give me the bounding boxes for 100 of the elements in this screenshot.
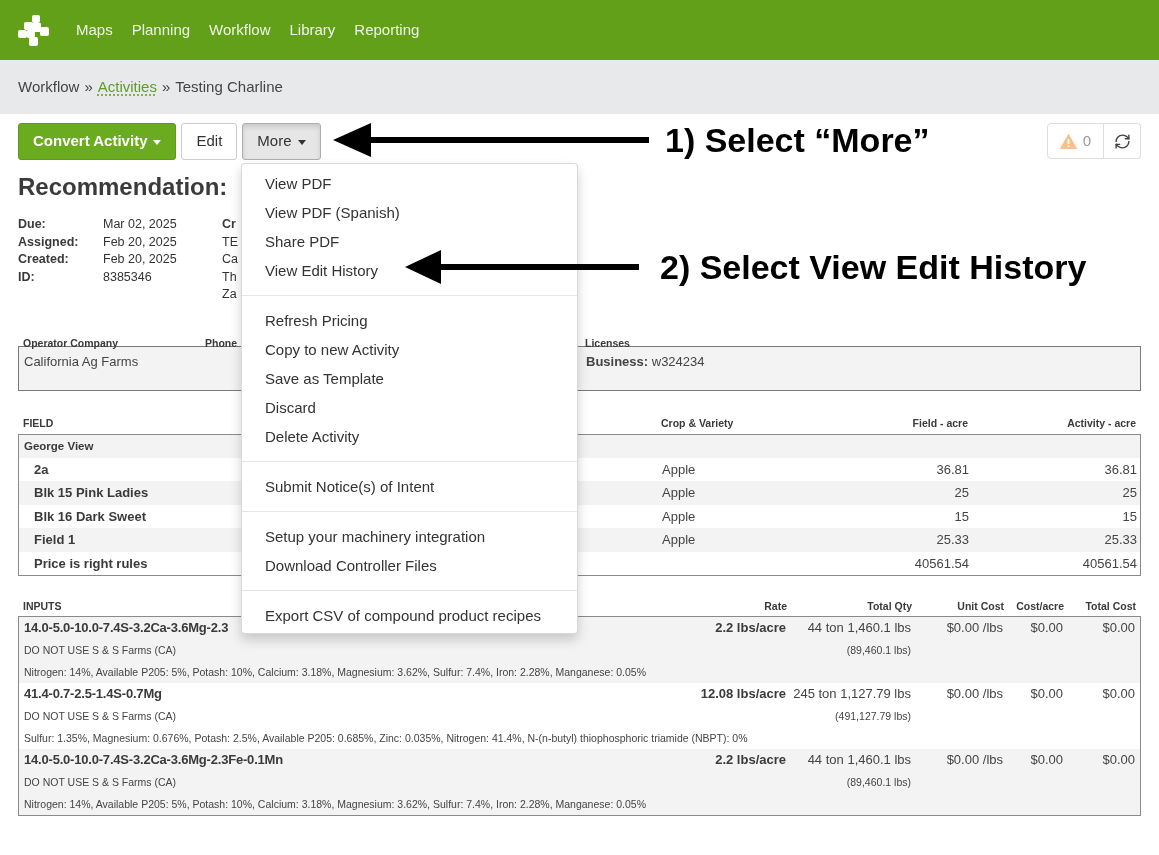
table-cell-text: Blk 16 Dark Sweet [34, 507, 146, 526]
breadcrumb-separator: » [84, 76, 93, 97]
table-cell-text: 40561.54 [1082, 554, 1137, 573]
menu-item[interactable]: Submit Notice(s) of Intent [265, 476, 435, 497]
product-name: 14.0-5.0-10.0-7.4S-3.2Ca-3.6Mg-2.3Fe-0.1Mn [24, 751, 283, 770]
table-cell-text: Blk 15 Pink Ladies [34, 484, 149, 503]
table-cell-text: Apple [662, 531, 696, 550]
column-heading: Cost/acre [1016, 599, 1064, 614]
column-heading: Total Qty [867, 599, 912, 614]
page-title: Recommendation: [18, 173, 228, 201]
column-heading: INPUTS [23, 599, 62, 614]
table-cell-text: 2.2 lbs/acre [715, 619, 786, 638]
table-cell-text: (89,460.1 lbs) [846, 643, 911, 659]
table-cell-text: 12.08 lbs/acre [700, 685, 786, 704]
product-name: 14.0-5.0-10.0-7.4S-3.2Ca-3.6Mg-2.3 [24, 619, 229, 638]
column-heading: Rate [764, 599, 787, 614]
detail-value: Za [222, 286, 237, 304]
menu-item[interactable]: View PDF (Spanish) [265, 202, 400, 223]
product-name: 41.4-0.7-2.5-1.4S-0.7Mg [24, 685, 162, 704]
column-heading: Operator Company [23, 336, 119, 349]
menu-item[interactable]: Save as Template [265, 368, 384, 389]
column-heading: Licenses [585, 336, 630, 349]
table-cell-text: $0.00 [1102, 685, 1135, 704]
table-cell-text: 25.33 [1104, 531, 1137, 550]
toolbar-button[interactable]: More [242, 123, 321, 160]
detail-value: Mar 02, 2025 [103, 216, 177, 233]
detail-value: Feb 20, 2025 [103, 251, 177, 269]
table-cell-text: 25.33 [936, 531, 969, 550]
table-cell-text: 36.81 [936, 460, 969, 479]
refresh-button[interactable] [1104, 123, 1141, 159]
breadcrumb-item: Workflow [18, 76, 80, 97]
menu-item[interactable]: Refresh Pricing [265, 310, 368, 331]
table-cell-text: 15 [1122, 507, 1137, 526]
table-cell-text: 40561.54 [914, 554, 969, 573]
detail-label: Due: [18, 216, 46, 233]
detail-value: Th [222, 268, 237, 286]
detail-value: Ca [222, 251, 238, 269]
table-cell-text: $0.00 [1102, 619, 1135, 638]
info-text: California Ag Farms [24, 353, 139, 369]
table-cell-text: $0.00 [1030, 685, 1063, 704]
table-cell-text: (89,460.1 lbs) [846, 775, 911, 791]
menu-item[interactable]: View PDF [265, 173, 332, 194]
annotation-text: 2) Select View Edit History [660, 248, 1087, 286]
column-heading: Activity - acre [1067, 415, 1136, 430]
detail-label: Cr [222, 216, 236, 233]
app-logo [18, 14, 50, 46]
menu-item[interactable]: View Edit History [265, 260, 379, 281]
menu-item[interactable]: Delete Activity [265, 426, 360, 447]
menu-item[interactable]: Copy to new Activity [265, 339, 400, 360]
table-cell-text: (491,127.79 lbs) [835, 709, 911, 725]
menu-item[interactable]: Download Controller Files [265, 555, 437, 576]
table-cell-text: Apple [662, 507, 696, 526]
warning-icon [1059, 133, 1077, 149]
table-cell-text: 15 [954, 507, 969, 526]
annotation-text: 1) Select “More” [665, 121, 930, 159]
info-text: Business: w324234 [586, 353, 705, 369]
supplier-text: DO NOT USE S & S Farms (CA) [24, 643, 177, 659]
column-heading: Unit Cost [957, 599, 1004, 614]
composition-text: Nitrogen: 14%, Available P205: 5%, Potash: 10%, Calcium: 3.18%, Magnesium: 3.62%, Sulfur: 7.4%, Iron: 2.28%, Manganese: 0.05% [24, 797, 646, 812]
breadcrumb-item: Testing Charline [175, 76, 283, 97]
table-cell-text: 2.2 lbs/acre [715, 751, 786, 770]
table-cell-text: 36.81 [1104, 460, 1137, 479]
table-cell-text: $0.00 /lbs [946, 751, 1003, 770]
refresh-icon [1113, 132, 1131, 150]
table-cell-text: 2a [34, 460, 49, 479]
detail-value: TE [222, 233, 238, 251]
column-heading: FIELD [23, 415, 54, 430]
menu-item[interactable]: Share PDF [265, 231, 340, 252]
column-heading: Crop & Variety [661, 415, 734, 430]
group-name: George View [24, 438, 94, 454]
table-cell-text: 44 ton 1,460.1 lbs [807, 751, 911, 770]
supplier-text: DO NOT USE S & S Farms (CA) [24, 709, 177, 725]
menu-item[interactable]: Setup your machinery integration [265, 526, 486, 547]
table-cell-text: 245 ton 1,127.79 lbs [793, 685, 911, 704]
table-cell-text: $0.00 [1102, 751, 1135, 770]
composition-text: Sulfur: 1.35%, Magnesium: 0.676%, Potash: 2.5%, Available P205: 0.685%, Zinc: 0.035%, Nitrogen: 41.4%, N-(n-butyl) thiophosphoric triamide (NBPT): 0% [24, 731, 748, 746]
detail-label: Assigned: [18, 233, 79, 251]
table-cell-text: $0.00 /lbs [946, 619, 1003, 638]
toolbar-button[interactable]: Edit [181, 123, 238, 160]
composition-text: Nitrogen: 14%, Available P205: 5%, Potash: 10%, Calcium: 3.18%, Magnesium: 3.62%, Sulfur: 7.4%, Iron: 2.28%, Manganese: 0.05% [24, 665, 646, 680]
table-cell-text: 44 ton 1,460.1 lbs [807, 619, 911, 638]
table-cell-text: Field 1 [34, 531, 76, 550]
menu-item[interactable]: Discard [265, 397, 316, 418]
detail-value: 8385346 [103, 268, 152, 286]
supplier-text: DO NOT USE S & S Farms (CA) [24, 775, 177, 791]
table-cell-text: $0.00 [1030, 751, 1063, 770]
detail-label: Created: [18, 251, 69, 269]
column-heading: Total Cost [1085, 599, 1136, 614]
table-cell-text: $0.00 [1030, 619, 1063, 638]
table-cell-text: Apple [662, 484, 696, 503]
table-cell-text: 25 [954, 484, 969, 503]
detail-label: ID: [18, 268, 35, 286]
column-heading: Phone [205, 336, 238, 349]
table-cell-text: Price is right rules [34, 554, 148, 573]
column-heading: Field - acre [912, 415, 968, 430]
table-cell-text: $0.00 /lbs [946, 685, 1003, 704]
table-cell-text: Apple [662, 460, 696, 479]
detail-value: Feb 20, 2025 [103, 233, 177, 251]
breadcrumb-separator: » [161, 76, 171, 97]
menu-item[interactable]: Export CSV of compound product recipes [265, 605, 541, 626]
